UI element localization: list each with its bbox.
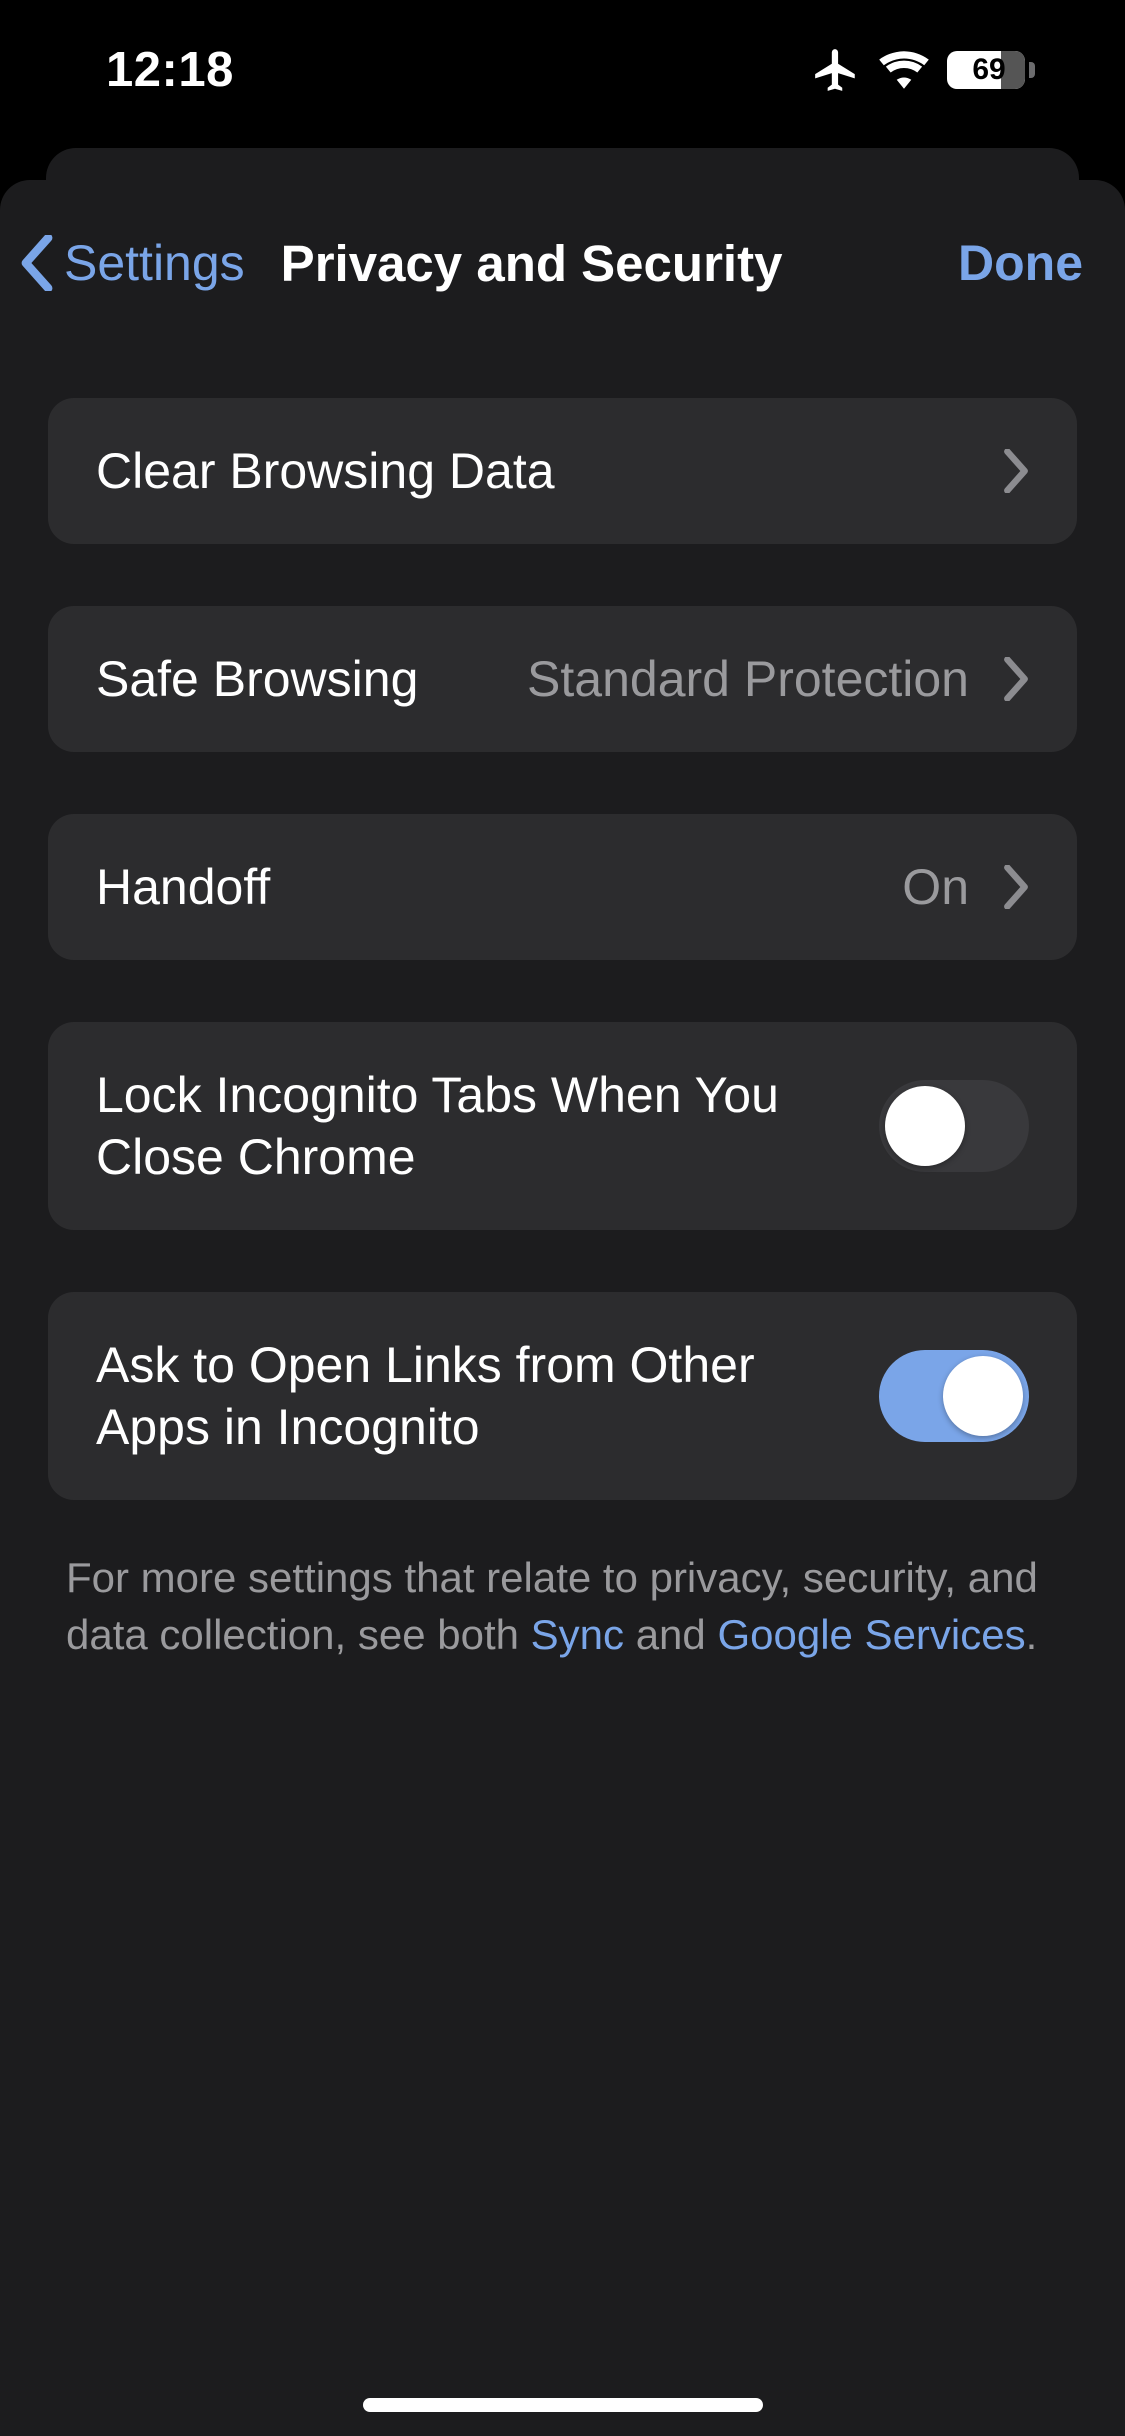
nav-bar: Settings Privacy and Security Done [0,218,1125,308]
chevron-right-icon [1003,449,1029,493]
page-title: Privacy and Security [281,234,783,293]
row-label: Lock Incognito Tabs When You Close Chrom… [96,1064,879,1188]
toggle-lock-incognito[interactable] [879,1080,1029,1172]
row-label: Clear Browsing Data [96,440,1003,502]
row-lock-incognito: Lock Incognito Tabs When You Close Chrom… [48,1022,1077,1230]
chevron-left-icon [20,235,54,291]
status-bar: 12:18 69 [0,0,1125,140]
row-value: On [902,858,969,916]
battery-percent: 69 [947,53,1025,87]
back-button[interactable]: Settings [20,234,245,292]
airplane-mode-icon [811,45,861,95]
row-ask-open-incognito: Ask to Open Links from Other Apps in Inc… [48,1292,1077,1500]
chevron-right-icon [1003,657,1029,701]
row-clear-browsing-data[interactable]: Clear Browsing Data [48,398,1077,544]
settings-sheet: Settings Privacy and Security Done Clear… [0,180,1125,2436]
row-value: Standard Protection [527,650,969,708]
chevron-right-icon [1003,865,1029,909]
status-time: 12:18 [106,42,234,98]
row-handoff[interactable]: Handoff On [48,814,1077,960]
link-sync[interactable]: Sync [531,1611,624,1658]
row-safe-browsing[interactable]: Safe Browsing Standard Protection [48,606,1077,752]
row-label: Ask to Open Links from Other Apps in Inc… [96,1334,879,1458]
footer-note: For more settings that relate to privacy… [48,1550,1077,1663]
back-label: Settings [64,234,245,292]
done-button[interactable]: Done [958,234,1083,292]
row-label: Safe Browsing [96,648,527,710]
wifi-icon [879,51,929,89]
toggle-ask-open-incognito[interactable] [879,1350,1029,1442]
home-indicator[interactable] [363,2398,763,2412]
battery-indicator: 69 [947,51,1035,89]
link-google-services[interactable]: Google Services [717,1611,1025,1658]
row-label: Handoff [96,856,902,918]
